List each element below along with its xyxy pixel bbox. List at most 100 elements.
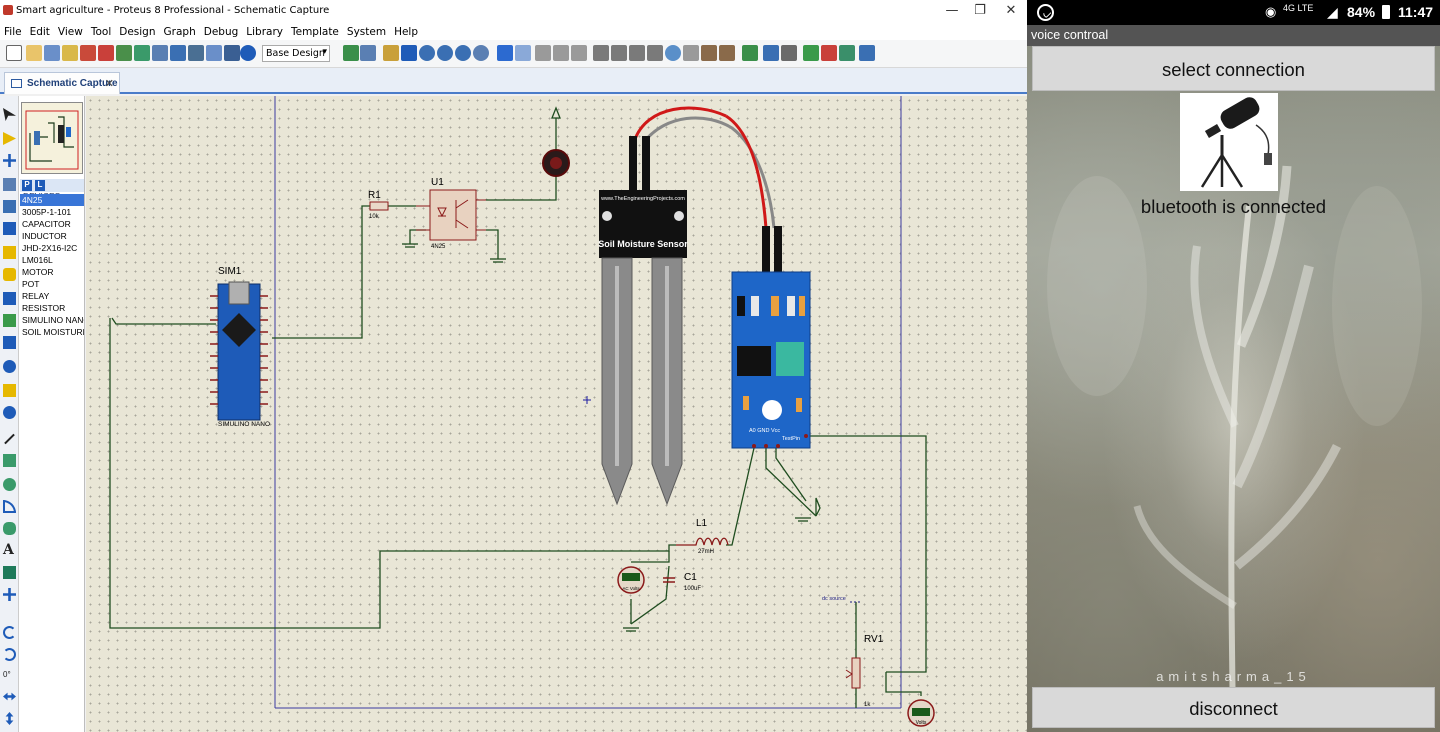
menu-system[interactable]: System [343,23,390,38]
microphone-icon[interactable] [1180,93,1278,191]
pcb-layout-icon[interactable] [116,45,132,61]
pan-icon[interactable] [401,45,417,61]
block-rotate-icon[interactable] [629,45,645,61]
menu-file[interactable]: File [0,23,26,38]
edit-icon[interactable] [859,45,875,61]
mirror-x-icon[interactable] [3,692,16,701]
undo-icon[interactable] [497,45,513,61]
motor-component[interactable] [542,149,570,177]
device-item[interactable]: RELAY [20,290,84,302]
marker-tool-icon[interactable] [3,588,16,601]
open-folder-icon[interactable] [26,45,42,61]
block-move-icon[interactable] [611,45,627,61]
text-script-icon[interactable] [3,200,16,213]
mirror-y-icon[interactable] [5,712,14,725]
overview-window[interactable] [21,102,83,174]
origin-icon[interactable] [383,45,399,61]
disconnect-button[interactable]: disconnect [1032,687,1435,728]
dc-source[interactable]: dc source [822,596,862,603]
potentiometer-rv1[interactable]: RV1 1k [845,634,884,708]
device-item[interactable]: JHD-2X16-I2C [20,242,84,254]
ac-voltmeter[interactable]: AC Volts [617,566,645,594]
redo-icon[interactable] [515,45,531,61]
circle-tool-icon[interactable] [3,478,16,491]
menu-template[interactable]: Template [287,23,343,38]
gerber-icon[interactable] [134,45,150,61]
import-icon[interactable] [62,45,78,61]
dc-voltmeter[interactable]: Volts [907,699,935,727]
selection-mode-icon[interactable] [3,108,16,121]
wire-autorouter-icon[interactable] [742,45,758,61]
wire-label-icon[interactable] [3,178,16,191]
arc-tool-icon[interactable] [3,500,16,513]
resistor-r1[interactable]: R1 10k [368,190,389,220]
zoom-in-icon[interactable] [419,45,435,61]
minimize-button[interactable]: — [937,3,967,19]
menu-tool[interactable]: Tool [87,23,115,38]
tab-close-icon[interactable]: ✕ [105,77,114,90]
bom-icon[interactable] [170,45,186,61]
device-item[interactable]: MOTOR [20,266,84,278]
tab-schematic-capture[interactable]: Schematic Capture ✕ [4,72,120,94]
rotate-cw-icon[interactable] [3,626,16,639]
terminals-icon[interactable] [3,268,16,281]
device-item[interactable]: INDUCTOR [20,230,84,242]
menu-design[interactable]: Design [115,23,159,38]
cut-icon[interactable] [535,45,551,61]
block-copy-icon[interactable] [593,45,609,61]
virtual-instruments-icon[interactable] [3,406,16,419]
design-variant-select[interactable]: Base Design [262,45,330,62]
new-file-icon[interactable] [6,45,22,61]
paste-icon[interactable] [571,45,587,61]
symbol-tool-icon[interactable] [3,566,16,579]
device-item[interactable]: RESISTOR [20,302,84,314]
line-tool-icon[interactable] [4,433,15,445]
tape-recorder-icon[interactable] [3,336,16,349]
menu-debug[interactable]: Debug [200,23,243,38]
sensor-comparator-module[interactable]: A0 GND Vcc TestPin [731,226,811,449]
buses-icon[interactable] [3,222,16,235]
zoom-all-icon[interactable] [455,45,471,61]
pick-device-icon[interactable] [665,45,681,61]
device-item[interactable]: SIMULINO NANO [20,314,84,326]
netlist-icon[interactable] [839,45,855,61]
menu-view[interactable]: View [54,23,87,38]
new-sheet-icon[interactable] [803,45,819,61]
device-item[interactable]: LM016L [20,254,84,266]
inductor-l1[interactable]: L1 27mH [676,518,729,555]
schematic-canvas[interactable]: SIM1 SIMULINO NANO R1 10k U1 4N25 www.Th… [86,96,1027,732]
rotation-angle[interactable]: 0° [3,668,16,681]
remove-sheet-icon[interactable] [821,45,837,61]
vsm-studio-icon[interactable] [206,45,222,61]
device-item[interactable]: POT [20,278,84,290]
close-button[interactable]: ✕ [996,3,1026,19]
menu-help[interactable]: Help [390,23,422,38]
device-pins-icon[interactable] [3,292,16,305]
help-icon[interactable] [240,45,256,61]
decompose-icon[interactable] [719,45,735,61]
menu-edit[interactable]: Edit [26,23,54,38]
select-connection-button[interactable]: select connection [1032,46,1435,91]
optocoupler-u1[interactable]: U1 4N25 [416,177,486,250]
copy-icon[interactable] [553,45,569,61]
menu-graph[interactable]: Graph [160,23,200,38]
search-tag-icon[interactable] [763,45,779,61]
subcircuit-icon[interactable] [3,246,16,259]
text-tool-icon[interactable]: A [3,543,16,557]
component-mode-icon[interactable] [3,132,16,145]
generator-icon[interactable] [3,360,16,373]
path-tool-icon[interactable] [3,522,16,535]
packaging-tool-icon[interactable] [701,45,717,61]
property-assign-icon[interactable] [781,45,797,61]
block-delete-icon[interactable] [647,45,663,61]
simulino-nano-component[interactable]: SIM1 SIMULINO NANO [210,266,270,428]
zoom-area-icon[interactable] [473,45,489,61]
device-item[interactable]: CAPACITOR [20,218,84,230]
graph-mode-icon[interactable] [3,314,16,327]
junction-dot-icon[interactable] [3,154,16,167]
zoom-out-icon[interactable] [437,45,453,61]
device-item[interactable]: 3005P-1-101 [20,206,84,218]
home-icon[interactable] [80,45,96,61]
design-explorer-icon[interactable] [224,45,240,61]
schematic-icon[interactable] [98,45,114,61]
